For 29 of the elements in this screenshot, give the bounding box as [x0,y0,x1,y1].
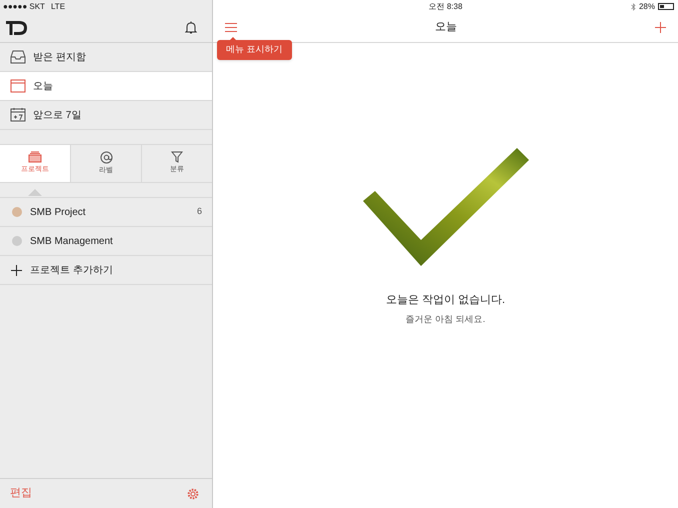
page-title: 오늘 [435,20,457,36]
carrier-name: ●●●●● SKT [3,0,45,12]
inbox-icon [10,50,26,64]
empty-state-title: 오늘은 작업이 없습니다. [386,293,506,308]
battery-percent: 28% [638,0,655,12]
app-logo-icon [6,20,28,36]
project-name: SMB Management [30,234,114,248]
battery-icon [658,3,674,10]
task-count: 6 [196,205,202,218]
stack-icon [28,151,42,164]
plus-icon [11,264,22,276]
project-item[interactable]: SMB Project 6 [0,198,212,227]
bluetooth-icon [630,2,636,10]
at-sign-icon [100,150,112,164]
project-item[interactable]: SMB Management [0,227,212,256]
settings-icon[interactable] [187,488,199,500]
tooltip: 메뉴 표시하기 [217,40,292,60]
bell-icon[interactable] [185,21,197,34]
add-icon[interactable] [655,22,666,33]
project-name: SMB Project [30,206,87,220]
clock-time: 오전 8:38 [428,0,464,12]
nav-item[interactable]: 오늘 [0,72,212,101]
calendar-icon [10,108,26,122]
empty-state-subtitle: 즐거운 아침 되세요. [406,312,486,326]
menu-icon[interactable] [225,23,237,32]
network-type: LTE [50,0,66,12]
add-project-button[interactable]: 프로젝트 추가하기 [0,256,212,285]
calendar-icon [10,79,26,93]
filter-icon [171,151,183,164]
